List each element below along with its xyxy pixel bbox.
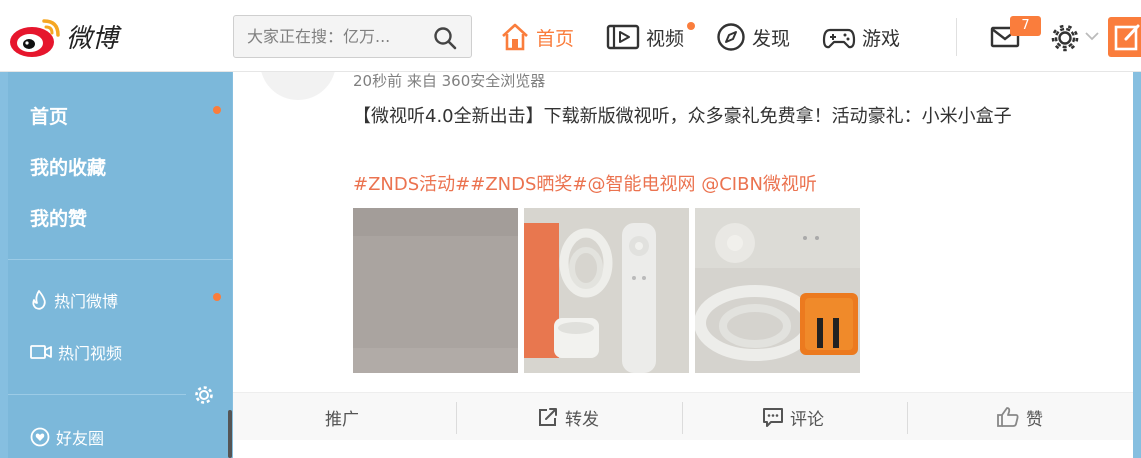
nav-video[interactable]: 视频	[606, 20, 684, 54]
share-icon	[539, 408, 557, 426]
heart-circle-icon	[30, 427, 50, 447]
post-meta[interactable]: 20秒前 来自 360安全浏览器	[353, 70, 545, 91]
message-count-badge: 7	[1010, 16, 1041, 36]
top-navigation-bar: 微博 首页 视频 发现	[0, 0, 1141, 72]
post-hashtags-link[interactable]: #ZNDS活动##ZNDS晒奖#@智能电视网 @CIBN微视听	[353, 170, 817, 196]
repost-label: 转发	[565, 409, 599, 430]
comment-icon	[763, 408, 783, 427]
sidebar-hot-new-dot	[213, 293, 221, 301]
sidebar-item-home[interactable]: 首页	[30, 102, 68, 129]
like-label: 赞	[1026, 409, 1043, 430]
thumbs-up-icon	[997, 407, 1019, 427]
nav-home-label: 首页	[536, 27, 575, 50]
search-input[interactable]	[234, 16, 424, 57]
left-sidebar: 首页 我的收藏 我的赞 热门微博 热门视频 好友圈	[8, 72, 232, 458]
nav-games-label: 游戏	[862, 27, 901, 50]
post-image-1[interactable]	[353, 208, 518, 373]
comment-label: 评论	[790, 409, 824, 430]
compass-icon	[717, 23, 745, 51]
nav-video-new-dot	[687, 22, 695, 30]
sidebar-scrollbar[interactable]	[228, 410, 232, 458]
logo-text: 微博	[66, 23, 119, 54]
nav-discover-label: 发现	[752, 27, 791, 50]
post-action-bar: 推广 转发 评论 赞	[233, 392, 1133, 440]
sidebar-item-label: 热门视频	[58, 344, 123, 363]
video-camera-icon	[30, 345, 52, 359]
weibo-logo[interactable]: 微博	[8, 12, 138, 60]
feed-post-card: 20秒前 来自 360安全浏览器 【微视听4.0全新出击】下载新版微视听，众多豪…	[233, 40, 1133, 458]
promote-button[interactable]: 推广	[325, 393, 359, 441]
post-image-3[interactable]	[695, 208, 860, 373]
sidebar-settings-gear-icon[interactable]	[194, 385, 214, 405]
video-icon	[606, 24, 640, 50]
nav-home[interactable]: 首页	[500, 20, 574, 54]
settings-gear-icon[interactable]	[1050, 23, 1080, 53]
edit-pencil-icon	[1114, 24, 1140, 51]
like-button[interactable]: 赞	[996, 393, 1043, 441]
sidebar-item-friends-circle[interactable]: 好友圈	[30, 425, 104, 449]
photo-box-image	[353, 208, 518, 373]
sidebar-item-likes[interactable]: 我的赞	[30, 204, 87, 231]
fire-icon	[32, 290, 46, 310]
gamepad-icon	[822, 28, 856, 49]
sidebar-divider	[8, 259, 232, 260]
sidebar-item-favorites[interactable]: 我的收藏	[30, 153, 106, 180]
photo-charger-image	[695, 208, 860, 373]
compose-post-button[interactable]	[1108, 17, 1141, 57]
search-box	[233, 15, 472, 58]
action-divider	[907, 402, 908, 434]
nav-video-label: 视频	[646, 27, 685, 50]
promote-label: 推广	[325, 409, 359, 430]
action-divider	[682, 402, 683, 434]
sidebar-divider	[8, 394, 186, 395]
search-icon[interactable]	[433, 26, 457, 50]
action-divider	[456, 402, 457, 434]
comment-button[interactable]: 评论	[762, 393, 824, 441]
post-text: 【微视听4.0全新出击】下载新版微视听，众多豪礼免费拿！活动豪礼：小米小盒子	[353, 106, 1012, 127]
sidebar-item-hot-weibo[interactable]: 热门微博	[30, 288, 118, 312]
nav-games[interactable]: 游戏	[822, 20, 900, 54]
photo-remote-cable-image	[524, 208, 689, 373]
sidebar-item-label: 好友圈	[56, 429, 105, 448]
nav-divider	[956, 18, 957, 56]
sidebar-home-new-dot	[213, 106, 221, 114]
weibo-eye-logo-icon	[10, 19, 60, 57]
repost-button[interactable]: 转发	[537, 393, 599, 441]
home-icon	[502, 23, 528, 51]
chevron-down-icon[interactable]	[1085, 31, 1099, 41]
sidebar-item-label: 热门微博	[54, 292, 119, 311]
nav-discover[interactable]: 发现	[716, 20, 790, 54]
post-image-2[interactable]	[524, 208, 689, 373]
sidebar-item-hot-video[interactable]: 热门视频	[30, 340, 122, 364]
